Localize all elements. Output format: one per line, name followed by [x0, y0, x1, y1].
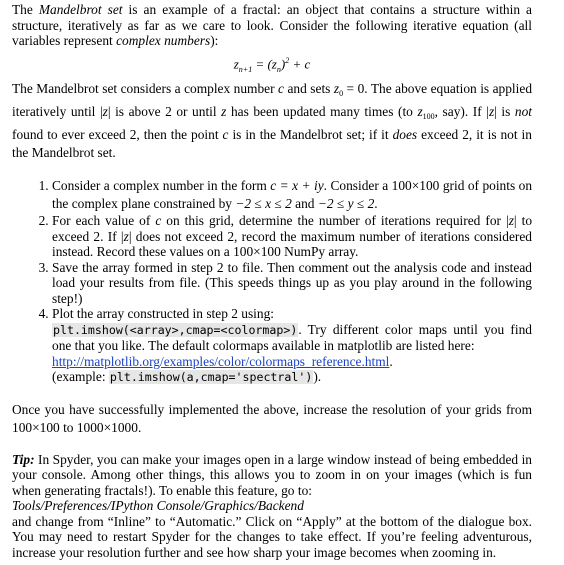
- definition-paragraph: The Mandelbrot set considers a complex n…: [12, 81, 533, 161]
- code-imshow-example: plt.imshow(a,cmap='spectral'): [108, 370, 314, 385]
- iteration-equation: zn+1 = (zn)2 + c: [233, 55, 311, 74]
- settings-path: Tools/Preferences/IPython Console/Graphi…: [12, 498, 304, 514]
- step-item: Save the array formed in step 2 to file.…: [52, 260, 532, 307]
- colormaps-reference-link[interactable]: http://matplotlib.org/examples/color/col…: [52, 354, 389, 369]
- tip-paragraph: Tip: In Spyder, you can make your images…: [12, 451, 532, 560]
- step-item: Plot the array constructed in step 2 usi…: [52, 306, 532, 386]
- term-complex-numbers: complex numbers: [116, 33, 211, 48]
- steps-list: Consider a complex number in the form c …: [12, 177, 532, 386]
- code-imshow-template: plt.imshow(<array>,cmap=<colormap>): [52, 322, 299, 337]
- resolution-paragraph: Once you have successfully implemented t…: [12, 401, 532, 435]
- intro-paragraph: The Mandelbrot set is an example of a fr…: [12, 2, 533, 48]
- term-mandelbrot-set: Mandelbrot set: [38, 2, 123, 17]
- step-item: Consider a complex number in the form c …: [52, 177, 532, 213]
- tip-label: Tip:: [12, 451, 35, 467]
- document-page: The Mandelbrot set is an example of a fr…: [12, 2, 532, 560]
- step-item: For each value of c on this grid, determ…: [52, 213, 532, 260]
